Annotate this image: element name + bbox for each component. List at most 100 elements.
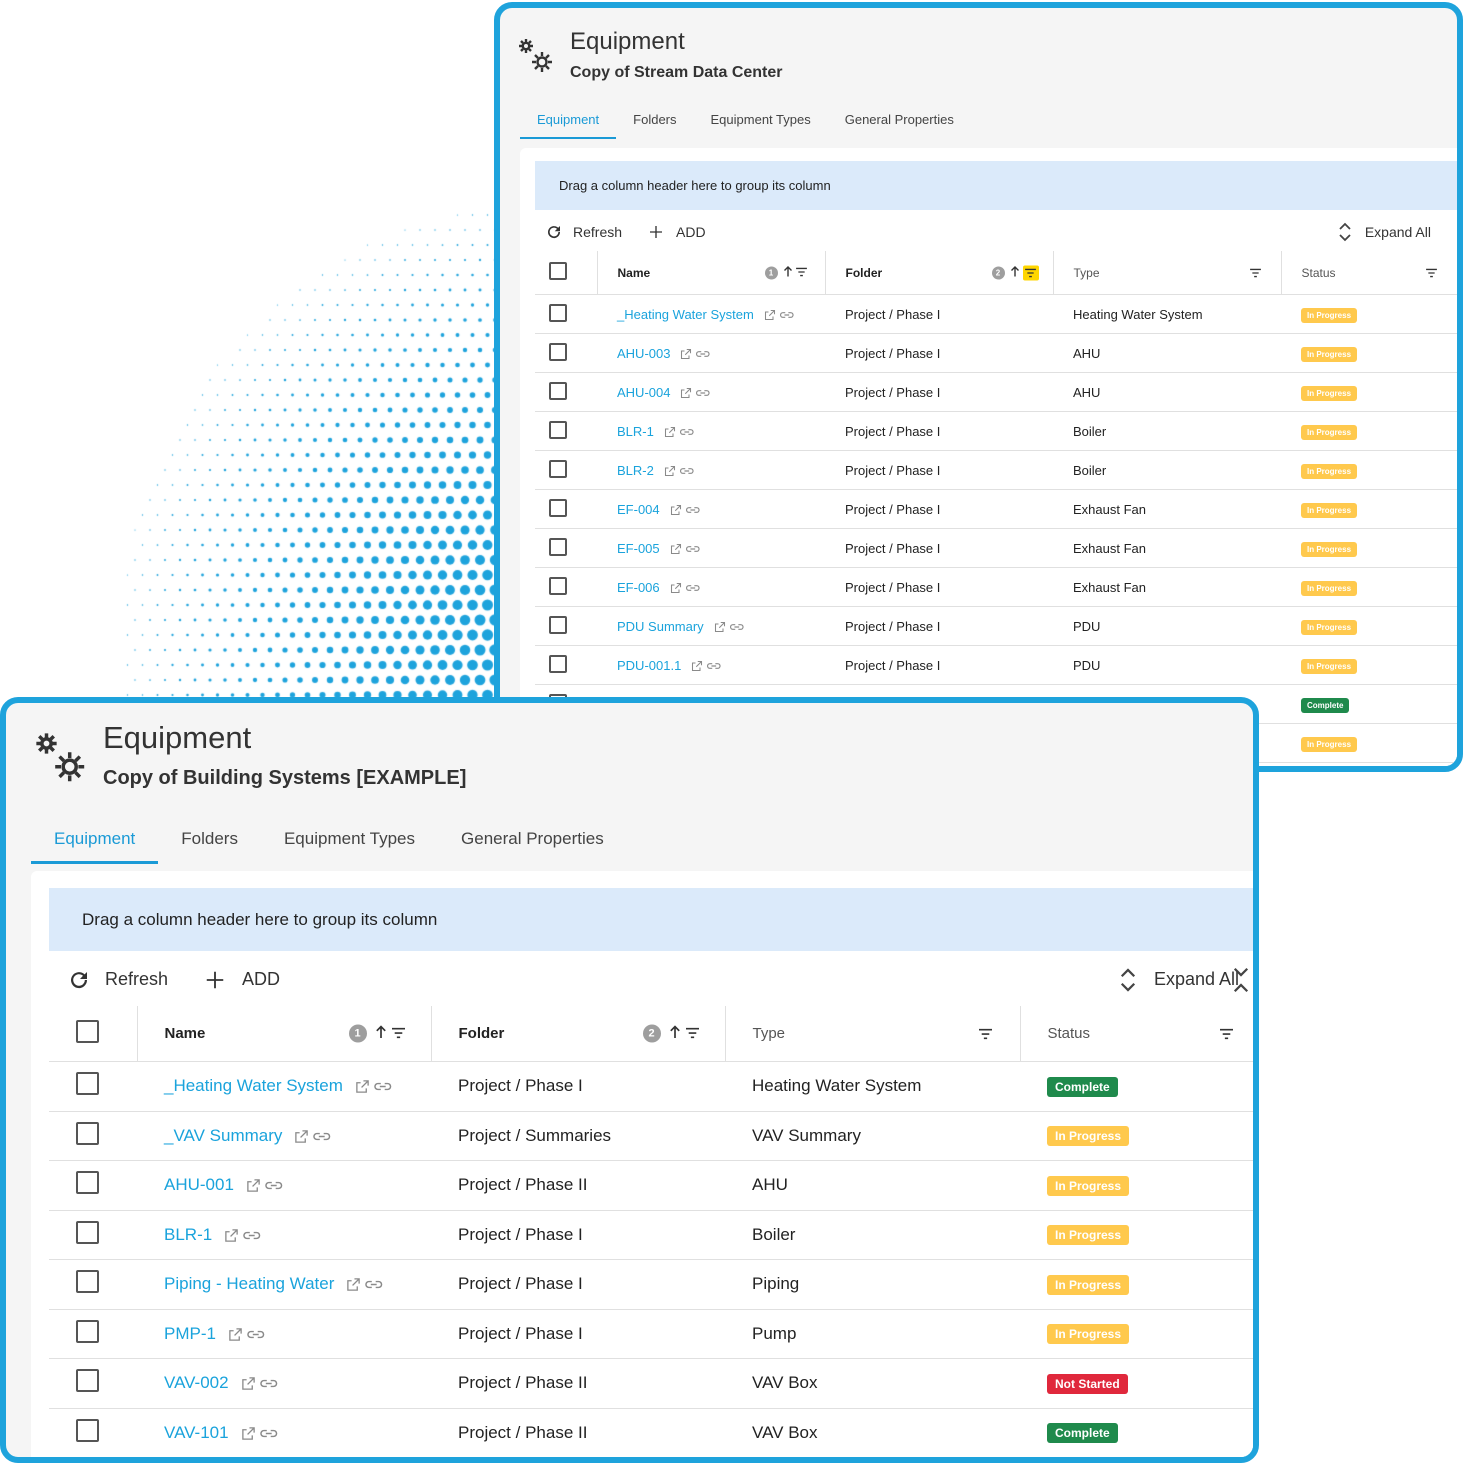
- column-header-name[interactable]: Name 1: [136, 1006, 431, 1062]
- filter-icon[interactable]: [685, 1025, 699, 1042]
- column-header-type[interactable]: Type: [724, 1006, 1020, 1062]
- link-icon[interactable]: [312, 1129, 332, 1144]
- equipment-name-link[interactable]: AHU-001: [164, 1175, 234, 1194]
- filter-icon[interactable]: [391, 1025, 405, 1042]
- row-checkbox[interactable]: [549, 498, 567, 517]
- link-icon[interactable]: [259, 1376, 279, 1391]
- table-row[interactable]: VAV-101 Project / Phase II VAV Box Complete: [49, 1408, 1253, 1457]
- equipment-name-link[interactable]: _VAV Summary: [164, 1126, 282, 1145]
- link-icon[interactable]: [373, 1079, 393, 1094]
- collapse-all-button[interactable]: [1231, 964, 1251, 996]
- table-row[interactable]: BLR-1 Project / Phase I Boiler In Progress: [535, 411, 1457, 451]
- link-icon[interactable]: [706, 660, 722, 672]
- link-icon[interactable]: [264, 1178, 284, 1193]
- row-checkbox[interactable]: [76, 1319, 99, 1343]
- open-in-new-icon[interactable]: [691, 660, 703, 672]
- tab-general-properties[interactable]: General Properties: [438, 825, 627, 864]
- row-checkbox[interactable]: [76, 1418, 99, 1442]
- equipment-name-link[interactable]: EF-004: [617, 502, 660, 517]
- table-row[interactable]: EF-006 Project / Phase I Exhaust Fan In Pro…: [535, 567, 1457, 607]
- group-by-drop-zone[interactable]: Drag a column header here to group its c…: [535, 161, 1457, 210]
- sort-ascending-icon[interactable]: [375, 1024, 387, 1043]
- filter-icon[interactable]: [1220, 1028, 1233, 1039]
- select-all-checkbox[interactable]: [549, 262, 567, 280]
- filter-icon[interactable]: [978, 1028, 992, 1039]
- equipment-name-link[interactable]: PDU-001.1: [617, 658, 681, 673]
- open-in-new-icon[interactable]: [346, 1277, 361, 1292]
- column-header-name[interactable]: Name 1: [596, 251, 825, 295]
- column-header-type[interactable]: Type: [1052, 251, 1281, 295]
- table-row[interactable]: BLR-1 Project / Phase I Boiler In Progress: [49, 1210, 1253, 1260]
- row-checkbox[interactable]: [549, 342, 567, 361]
- link-icon[interactable]: [729, 621, 745, 633]
- group-by-drop-zone[interactable]: Drag a column header here to group its c…: [49, 888, 1253, 951]
- open-in-new-icon[interactable]: [294, 1129, 309, 1144]
- equipment-name-link[interactable]: Piping - Heating Water: [164, 1274, 334, 1293]
- column-header-folder[interactable]: Folder 2: [824, 251, 1053, 295]
- table-row[interactable]: _VAV Summary Project / Summaries VAV Summa…: [49, 1111, 1253, 1161]
- filter-icon[interactable]: [1426, 268, 1437, 277]
- row-checkbox[interactable]: [549, 303, 567, 322]
- equipment-name-link[interactable]: _Heating Water System: [164, 1076, 343, 1095]
- table-row[interactable]: AHU-004 Project / Phase I AHU In Progress: [535, 372, 1457, 412]
- equipment-name-link[interactable]: EF-006: [617, 580, 660, 595]
- open-in-new-icon[interactable]: [246, 1178, 261, 1193]
- row-checkbox[interactable]: [549, 537, 567, 556]
- equipment-name-link[interactable]: VAV-002: [164, 1373, 229, 1392]
- equipment-name-link[interactable]: AHU-004: [617, 385, 670, 400]
- open-in-new-icon[interactable]: [670, 543, 682, 555]
- column-header-status[interactable]: Status: [1019, 1006, 1253, 1062]
- link-icon[interactable]: [246, 1327, 266, 1342]
- table-row[interactable]: PDU-001.1 Project / Phase I PDU In Progress: [535, 645, 1457, 685]
- equipment-name-link[interactable]: PMP-1: [164, 1324, 216, 1343]
- row-checkbox[interactable]: [549, 615, 567, 634]
- link-icon[interactable]: [242, 1228, 262, 1243]
- equipment-name-link[interactable]: _Heating Water System: [617, 307, 754, 322]
- open-in-new-icon[interactable]: [664, 465, 676, 477]
- row-checkbox[interactable]: [549, 654, 567, 673]
- open-in-new-icon[interactable]: [224, 1228, 239, 1243]
- link-icon[interactable]: [679, 426, 695, 438]
- open-in-new-icon[interactable]: [670, 504, 682, 516]
- column-header-folder[interactable]: Folder 2: [430, 1006, 725, 1062]
- filter-icon[interactable]: [795, 266, 807, 280]
- table-row[interactable]: PDU Summary Project / Phase I PDU In Progre…: [535, 606, 1457, 646]
- row-checkbox[interactable]: [76, 1220, 99, 1244]
- link-icon[interactable]: [259, 1426, 279, 1441]
- open-in-new-icon[interactable]: [680, 387, 692, 399]
- open-in-new-icon[interactable]: [680, 348, 692, 360]
- tab-equipment-types[interactable]: Equipment Types: [694, 108, 828, 139]
- open-in-new-icon[interactable]: [241, 1426, 256, 1441]
- row-checkbox[interactable]: [549, 576, 567, 595]
- table-row[interactable]: PMP-1 Project / Phase I Pump In Progress: [49, 1309, 1253, 1359]
- open-in-new-icon[interactable]: [670, 582, 682, 594]
- open-in-new-icon[interactable]: [764, 309, 776, 321]
- tab-equipment[interactable]: Equipment: [31, 825, 159, 864]
- row-checkbox[interactable]: [76, 1121, 99, 1145]
- sort-ascending-icon[interactable]: [669, 1024, 681, 1043]
- column-header-status[interactable]: Status: [1280, 251, 1457, 295]
- table-row[interactable]: AHU-003 Project / Phase I AHU In Progress: [535, 333, 1457, 373]
- link-icon[interactable]: [685, 504, 701, 516]
- table-row[interactable]: Piping - Heating Water Project / Phase IP…: [49, 1259, 1253, 1310]
- equipment-name-link[interactable]: VAV-101: [164, 1423, 229, 1442]
- link-icon[interactable]: [679, 465, 695, 477]
- table-row[interactable]: EF-004 Project / Phase I Exhaust Fan In Pro…: [535, 489, 1457, 529]
- open-in-new-icon[interactable]: [228, 1327, 243, 1342]
- refresh-button[interactable]: Refresh: [545, 223, 622, 241]
- equipment-name-link[interactable]: AHU-003: [617, 346, 670, 361]
- table-row[interactable]: EF-005 Project / Phase I Exhaust Fan In Pro…: [535, 528, 1457, 568]
- link-icon[interactable]: [695, 387, 711, 399]
- filter-icon-active[interactable]: [1022, 265, 1039, 280]
- table-row[interactable]: _Heating Water System Project / Phase I He…: [49, 1061, 1253, 1112]
- row-checkbox[interactable]: [76, 1171, 99, 1195]
- filter-icon[interactable]: [1249, 268, 1261, 277]
- link-icon[interactable]: [364, 1277, 384, 1292]
- row-checkbox[interactable]: [549, 381, 567, 400]
- select-all-checkbox[interactable]: [76, 1020, 99, 1043]
- row-checkbox[interactable]: [549, 420, 567, 439]
- expand-all-button[interactable]: Expand All: [1118, 965, 1239, 995]
- tab-folders[interactable]: Folders: [616, 108, 693, 139]
- sort-ascending-icon[interactable]: [783, 265, 793, 280]
- add-button[interactable]: ADD: [648, 224, 706, 240]
